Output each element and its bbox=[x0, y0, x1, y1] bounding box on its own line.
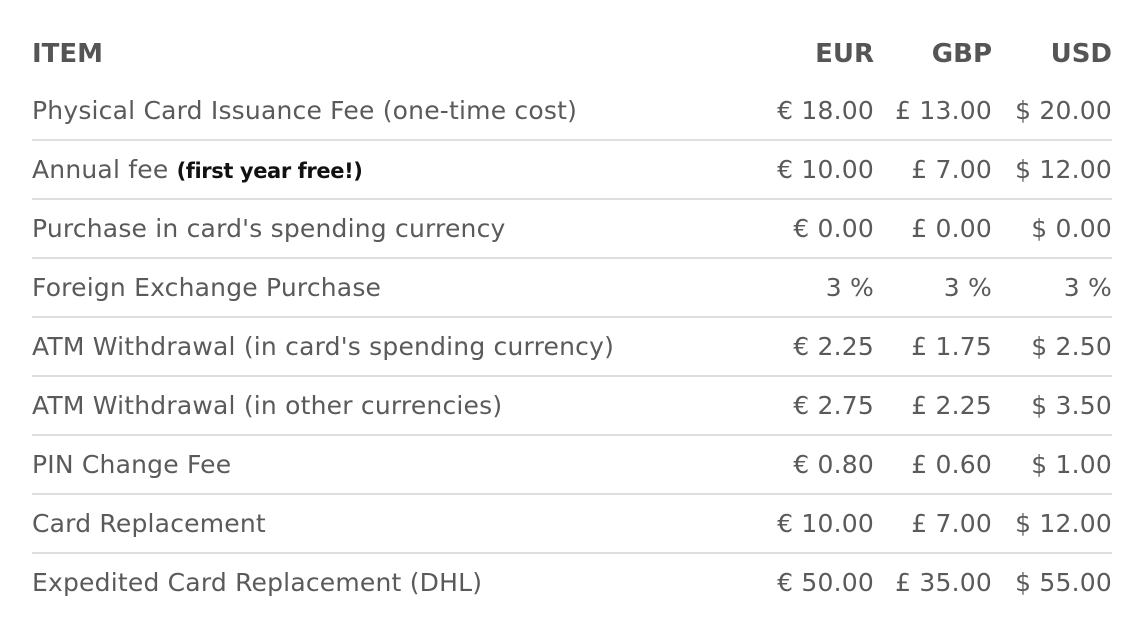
fee-gbp-cell: £ 1.75 bbox=[874, 316, 992, 376]
fee-usd-cell: $ 3.50 bbox=[992, 375, 1112, 435]
table-row: PIN Change Fee € 0.80 £ 0.60 $ 1.00 bbox=[32, 434, 1112, 494]
column-header-gbp: GBP bbox=[931, 39, 992, 69]
fee-gbp-cell: 3 % bbox=[874, 257, 992, 317]
fee-usd-cell: $ 2.50 bbox=[992, 316, 1112, 376]
fee-gbp-cell: £ 7.00 bbox=[874, 139, 992, 199]
table-row: ATM Withdrawal (in other currencies) € 2… bbox=[32, 375, 1112, 435]
fee-usd-cell: $ 0.00 bbox=[992, 198, 1112, 258]
fee-item-cell: PIN Change Fee bbox=[32, 434, 752, 494]
fee-table: ITEM EUR GBP USD Physical Card Issuance … bbox=[32, 26, 1112, 611]
fee-table-body: Physical Card Issuance Fee (one-time cos… bbox=[32, 82, 1112, 611]
fee-table-container: ITEM EUR GBP USD Physical Card Issuance … bbox=[32, 26, 1112, 611]
fee-item-cell: ATM Withdrawal (in card's spending curre… bbox=[32, 316, 752, 376]
fee-eur-cell: € 0.80 bbox=[752, 434, 874, 494]
fee-gbp-cell: £ 2.25 bbox=[874, 375, 992, 435]
fee-eur-cell: 3 % bbox=[752, 257, 874, 317]
fee-gbp-cell: £ 0.00 bbox=[874, 198, 992, 258]
fee-item-label: PIN Change Fee bbox=[32, 450, 232, 479]
fee-gbp-cell: £ 0.60 bbox=[874, 434, 992, 494]
fee-item-cell: Card Replacement bbox=[32, 493, 752, 553]
fee-eur-cell: € 18.00 bbox=[777, 96, 874, 125]
fee-item-cell: Foreign Exchange Purchase bbox=[32, 257, 752, 317]
fee-item-note: (first year free!) bbox=[176, 159, 363, 183]
fee-usd-cell: 3 % bbox=[992, 257, 1112, 317]
fee-gbp-cell: £ 13.00 bbox=[895, 96, 992, 125]
fee-item-cell: Physical Card Issuance Fee (one-time cos… bbox=[32, 82, 752, 140]
column-header-usd: USD bbox=[1050, 39, 1112, 69]
column-header-eur: EUR bbox=[815, 39, 874, 69]
fee-item-cell: Expedited Card Replacement (DHL) bbox=[32, 552, 752, 611]
fee-usd-cell: $ 1.00 bbox=[992, 434, 1112, 494]
table-row: Expedited Card Replacement (DHL) € 50.00… bbox=[32, 552, 1112, 611]
fee-item-cell: Annual fee (first year free!) bbox=[32, 139, 752, 199]
fee-item-label: Foreign Exchange Purchase bbox=[32, 273, 382, 302]
fee-item-cell: ATM Withdrawal (in other currencies) bbox=[32, 375, 752, 435]
fee-item-cell: Purchase in card's spending currency bbox=[32, 198, 752, 258]
fee-eur-cell: € 2.75 bbox=[752, 375, 874, 435]
column-header-item: ITEM bbox=[32, 39, 104, 69]
fee-eur-cell: € 50.00 bbox=[752, 552, 874, 611]
fee-table-header: ITEM EUR GBP USD bbox=[32, 26, 1112, 82]
fee-item-label: Card Replacement bbox=[32, 509, 266, 538]
fee-item-label: Physical Card Issuance Fee (one-time cos… bbox=[32, 96, 578, 125]
table-row: ATM Withdrawal (in card's spending curre… bbox=[32, 316, 1112, 376]
fee-item-label: Annual fee bbox=[32, 155, 169, 184]
fee-gbp-cell: £ 7.00 bbox=[874, 493, 992, 553]
fee-usd-cell: $ 20.00 bbox=[1015, 96, 1112, 125]
header-row: ITEM EUR GBP USD bbox=[32, 26, 1112, 82]
table-row: Purchase in card's spending currency € 0… bbox=[32, 198, 1112, 258]
fee-item-label: ATM Withdrawal (in card's spending curre… bbox=[32, 332, 615, 361]
table-row: Annual fee (first year free!) € 10.00 £ … bbox=[32, 139, 1112, 199]
table-row: Card Replacement € 10.00 £ 7.00 $ 12.00 bbox=[32, 493, 1112, 553]
fee-usd-cell: $ 12.00 bbox=[992, 139, 1112, 199]
fee-item-label: Expedited Card Replacement (DHL) bbox=[32, 568, 483, 597]
table-row: Foreign Exchange Purchase 3 % 3 % 3 % bbox=[32, 257, 1112, 317]
fee-item-label: Purchase in card's spending currency bbox=[32, 214, 506, 243]
fee-gbp-cell: £ 35.00 bbox=[874, 552, 992, 611]
fee-item-label: ATM Withdrawal (in other currencies) bbox=[32, 391, 503, 420]
fee-eur-cell: € 10.00 bbox=[752, 493, 874, 553]
fee-eur-cell: € 10.00 bbox=[752, 139, 874, 199]
fee-usd-cell: $ 12.00 bbox=[992, 493, 1112, 553]
fee-eur-cell: € 0.00 bbox=[752, 198, 874, 258]
table-row: Physical Card Issuance Fee (one-time cos… bbox=[32, 82, 1112, 140]
fee-usd-cell: $ 55.00 bbox=[992, 552, 1112, 611]
fee-eur-cell: € 2.25 bbox=[752, 316, 874, 376]
